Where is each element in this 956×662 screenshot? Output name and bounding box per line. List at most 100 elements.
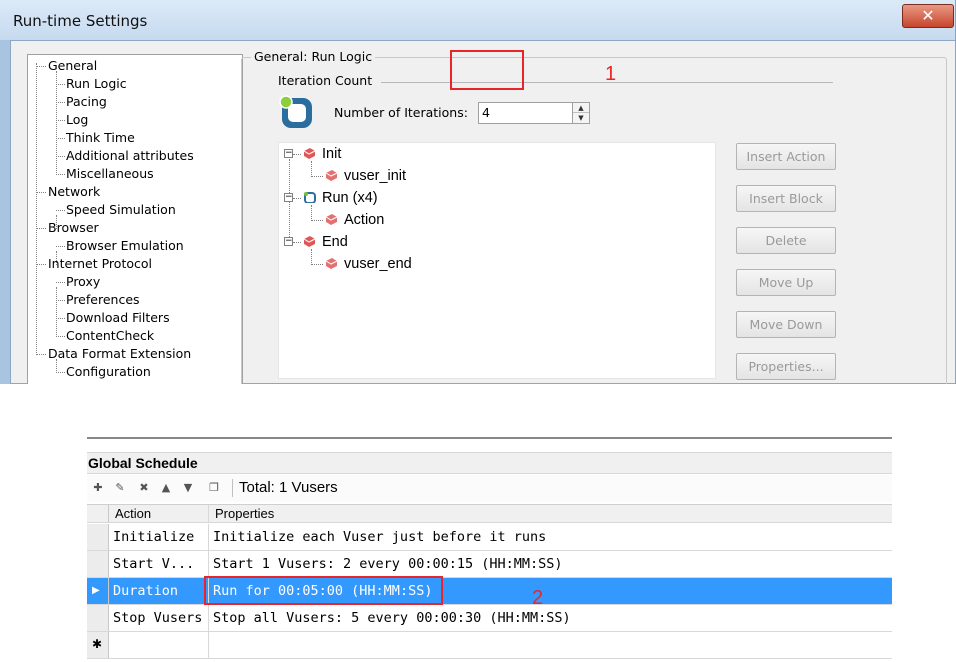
collapse-run-icon[interactable]: −	[284, 193, 293, 202]
logic-node-label: Init	[322, 146, 342, 162]
run-logic-tree[interactable]: − − − Init vuser_init Run (x4) Action En…	[278, 142, 716, 379]
logic-connector	[311, 176, 323, 177]
logic-connector	[293, 198, 301, 199]
action-cell[interactable]: Stop Vusers	[109, 605, 209, 631]
collapse-end-icon[interactable]: −	[284, 237, 293, 246]
tree-item-internet-protocol[interactable]: Internet Protocol	[48, 256, 152, 272]
tree-connector	[56, 336, 65, 337]
total-vusers: Total: 1 Vusers	[239, 479, 338, 496]
num-iterations-input[interactable]: 4	[478, 102, 574, 124]
row-selector[interactable]	[87, 524, 109, 550]
row-selector[interactable]	[87, 551, 109, 577]
tree-connector	[36, 228, 46, 229]
move-up-button[interactable]: Move Up	[736, 269, 836, 296]
move-down-icon[interactable]: ▼	[181, 481, 195, 495]
table-row[interactable]: Stop Vusers Stop all Vusers: 5 every 00:…	[87, 605, 892, 632]
tree-item-pacing[interactable]: Pacing	[66, 94, 107, 110]
delete-action-icon[interactable]: ✖	[137, 481, 151, 495]
tree-item-think-time[interactable]: Think Time	[66, 130, 135, 146]
table-row[interactable]: Initialize Initialize each Vuser just be…	[87, 524, 892, 551]
close-button[interactable]: ✕	[902, 4, 954, 28]
tree-connector	[56, 372, 65, 373]
logic-node-label: End	[322, 234, 348, 250]
num-iterations-label: Number of Iterations:	[334, 105, 468, 120]
collapse-init-icon[interactable]: −	[284, 149, 293, 158]
action-cell[interactable]: Duration	[109, 578, 209, 604]
settings-tree[interactable]: General Run Logic Pacing Log Think Time Addit…	[27, 54, 243, 384]
properties-cell[interactable]: Initialize each Vuser just before it run…	[209, 524, 892, 550]
move-up-icon[interactable]: ▲	[159, 481, 173, 495]
block-icon	[303, 148, 316, 159]
spin-down-icon[interactable]: ▼	[573, 113, 589, 123]
row-selector[interactable]	[87, 605, 109, 631]
logic-node-label: vuser_end	[344, 256, 412, 272]
tree-item-log[interactable]: Log	[66, 112, 88, 128]
column-header-action[interactable]: Action	[109, 505, 209, 522]
dialog-client: General Run Logic Pacing Log Think Time Addit…	[10, 40, 955, 384]
tree-item-general[interactable]: General	[48, 58, 97, 74]
logic-connector	[311, 205, 312, 221]
properties-button[interactable]: Properties...	[736, 353, 836, 380]
tree-item-configuration[interactable]: Configuration	[66, 364, 151, 380]
tree-connector	[56, 138, 65, 139]
row-selector[interactable]: ▶	[87, 578, 109, 604]
tree-item-download-filters[interactable]: Download Filters	[66, 310, 170, 326]
copy-icon[interactable]: ❐	[207, 481, 221, 495]
tree-connector	[56, 282, 65, 283]
tree-connector	[56, 246, 65, 247]
tree-item-contentcheck[interactable]: ContentCheck	[66, 328, 154, 344]
logic-node-run[interactable]: Run (x4)	[303, 189, 378, 207]
properties-cell[interactable]	[209, 632, 892, 658]
tree-item-network[interactable]: Network	[48, 184, 100, 200]
action-cell[interactable]	[109, 632, 209, 658]
tree-item-proxy[interactable]: Proxy	[66, 274, 100, 290]
logic-node-end[interactable]: End	[303, 233, 348, 251]
tree-connector	[56, 156, 65, 157]
tree-item-speed-simulation[interactable]: Speed Simulation	[66, 202, 176, 218]
logic-node-init[interactable]: Init	[303, 145, 341, 163]
action-cell[interactable]: Initialize	[109, 524, 209, 550]
spin-up-icon[interactable]: ▲	[573, 103, 589, 113]
logic-connector	[293, 242, 301, 243]
insert-block-button[interactable]: Insert Block	[736, 185, 836, 212]
num-iterations-label-text: Number of Iterations:	[334, 105, 468, 120]
tree-item-preferences[interactable]: Preferences	[66, 292, 140, 308]
delete-button[interactable]: Delete	[736, 227, 836, 254]
current-row-arrow-icon: ▶	[92, 585, 100, 596]
tree-item-browser-emulation[interactable]: Browser Emulation	[66, 238, 184, 254]
iterations-spinner[interactable]: ▲ ▼	[572, 102, 590, 124]
row-selector-header	[87, 505, 109, 522]
tree-connector	[36, 66, 46, 67]
logic-node-vuser-end[interactable]: vuser_end	[325, 255, 412, 273]
logic-node-label: vuser_init	[344, 168, 407, 184]
logic-connector	[293, 154, 301, 155]
tree-item-miscellaneous[interactable]: Miscellaneous	[66, 166, 154, 182]
tree-item-additional-attributes[interactable]: Additional attributes	[66, 148, 194, 164]
add-action-icon[interactable]: ✚	[91, 481, 105, 495]
new-row-icon: ✱	[92, 637, 103, 651]
tree-item-browser[interactable]: Browser	[48, 220, 99, 236]
tree-connector	[56, 318, 65, 319]
iteration-loop-icon	[279, 95, 312, 128]
annotation-number-2: 2	[532, 587, 544, 609]
toolbar-separator	[232, 479, 233, 497]
properties-cell[interactable]: Stop all Vusers: 5 every 00:00:30 (HH:MM…	[209, 605, 892, 631]
window-title: Run-time Settings	[13, 12, 148, 30]
tree-item-run-logic[interactable]: Run Logic	[66, 76, 127, 92]
tree-connector	[56, 210, 65, 211]
edit-action-icon[interactable]: ✎	[113, 481, 127, 495]
logic-connector	[311, 161, 312, 177]
logic-node-vuser-init[interactable]: vuser_init	[325, 167, 406, 185]
tree-connector	[56, 300, 65, 301]
table-row[interactable]: Start V... Start 1 Vusers: 2 every 00:00…	[87, 551, 892, 578]
new-row[interactable]: ✱	[87, 632, 892, 659]
move-down-button[interactable]: Move Down	[736, 311, 836, 338]
properties-cell[interactable]: Start 1 Vusers: 2 every 00:00:15 (HH:MM:…	[209, 551, 892, 577]
new-row-selector[interactable]: ✱	[87, 632, 109, 658]
column-header-properties[interactable]: Properties	[209, 505, 892, 522]
action-cell[interactable]: Start V...	[109, 551, 209, 577]
logic-node-action[interactable]: Action	[325, 211, 384, 229]
tree-item-data-format-extension[interactable]: Data Format Extension	[48, 346, 191, 362]
insert-action-button[interactable]: Insert Action	[736, 143, 836, 170]
logic-connector	[289, 159, 290, 245]
